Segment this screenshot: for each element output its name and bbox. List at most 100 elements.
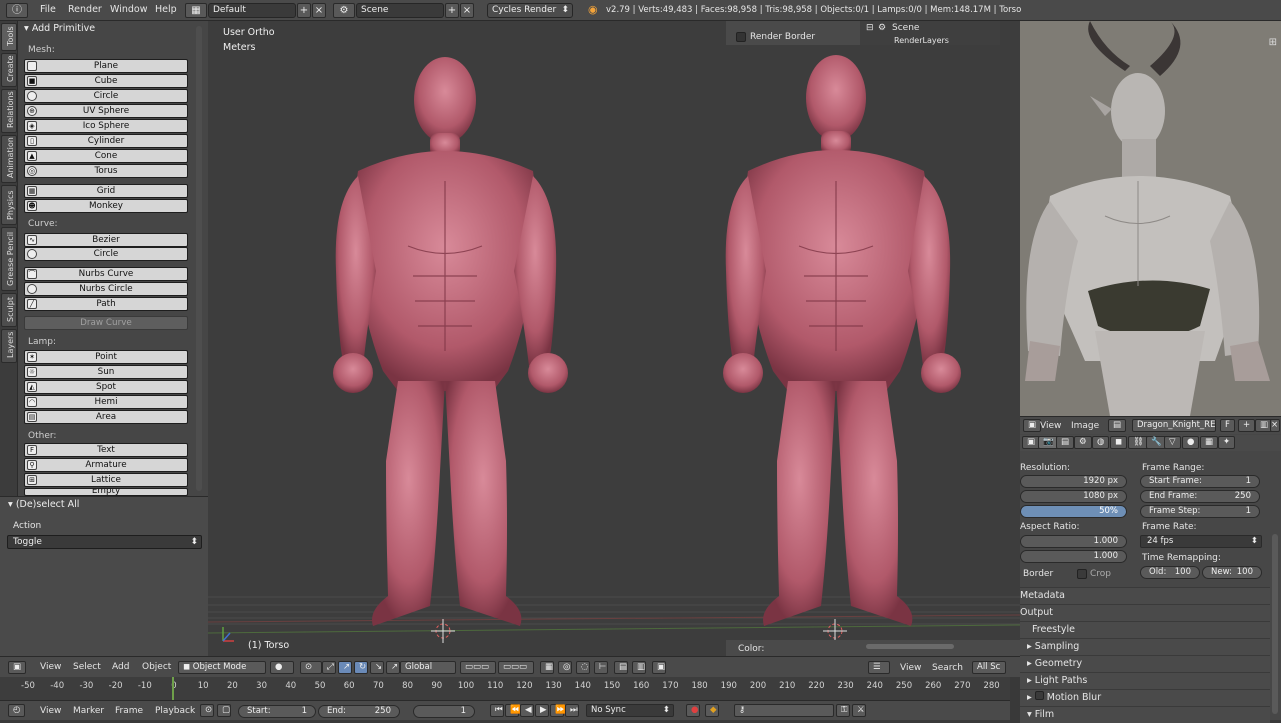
add-text-button[interactable]: F Text [24, 443, 188, 457]
tab-layers[interactable]: Layers [1, 329, 17, 363]
rotate-icon[interactable]: ↻ [354, 661, 368, 674]
add-lattice-button[interactable]: ⊞ Lattice [24, 473, 188, 487]
menu-help[interactable]: Help [155, 4, 177, 15]
tab-tools[interactable]: Tools [1, 23, 17, 51]
vp-menu-object[interactable]: Object [142, 662, 171, 672]
editor-type-icon[interactable]: ◴ [8, 704, 26, 717]
sync-select[interactable]: No Sync ⬍ [586, 704, 674, 717]
toolshelf-scrollbar[interactable] [196, 26, 202, 491]
add-monkey-button[interactable]: ☻ Monkey [24, 199, 188, 213]
vp-menu-add[interactable]: Add [112, 662, 129, 672]
panel-deselect-all[interactable]: ▾ (De)select All [8, 499, 79, 510]
add-point-lamp-button[interactable]: ✶ Point [24, 350, 188, 364]
lock-layer-icon[interactable]: ▦ [540, 661, 554, 674]
fake-user-button[interactable]: F [1220, 419, 1235, 432]
add-ico-sphere-button[interactable]: ◈ Ico Sphere [24, 119, 188, 133]
timeline[interactable]: -50 -40 -30 -20 -10 0 10 20 30 40 50 60 70 80 90 100 110… [0, 677, 1010, 700]
layers-grid-1[interactable]: ▭▭▭ [460, 661, 496, 674]
add-area-lamp-button[interactable]: ▤ Area [24, 410, 188, 424]
jump-start-icon[interactable]: ⏮ [490, 704, 504, 717]
object-tab-icon[interactable]: ◼ [1110, 436, 1128, 449]
add-nurbs-curve-button[interactable]: ⌒ Nurbs Curve [24, 267, 188, 281]
render-icon[interactable]: ▣ [652, 661, 666, 674]
add-nurbs-circle-button[interactable]: Nurbs Circle [24, 282, 188, 296]
add-torus-button[interactable]: ◎ Torus [24, 164, 188, 178]
world-tab-icon[interactable]: ◍ [1092, 436, 1110, 449]
remap-old-field[interactable]: Old: 100 [1140, 566, 1200, 579]
add-spot-lamp-button[interactable]: ◭ Spot [24, 380, 188, 394]
manipulator-toggle-icon[interactable]: ⤢ [322, 661, 336, 674]
section-motion-blur[interactable]: ▸ Motion Blur [1020, 689, 1270, 706]
data-tab-icon[interactable]: ▽ [1164, 436, 1181, 449]
orientation-select[interactable]: Global [400, 661, 456, 674]
motion-blur-checkbox[interactable] [1034, 691, 1044, 700]
section-sampling[interactable]: ▸ Sampling [1020, 638, 1270, 655]
end-field[interactable]: End: 250 [318, 705, 400, 718]
outliner-editor-type-icon[interactable]: ☰ [868, 661, 890, 674]
aspect-y-field[interactable]: 1.000 [1020, 550, 1127, 563]
record-icon[interactable]: ● [686, 704, 700, 717]
close-image-icon[interactable]: × [1270, 419, 1280, 432]
menu-render[interactable]: Render [68, 4, 102, 15]
play-reverse-icon[interactable]: ◀ [520, 704, 534, 717]
section-output[interactable]: Output [1020, 604, 1270, 621]
expand-plus-icon[interactable]: ⊞ [1269, 37, 1277, 48]
add-scene-icon[interactable]: + [445, 3, 459, 18]
mode-select[interactable]: ◼ Object Mode [178, 661, 266, 674]
resolution-x-field[interactable]: 1920 px [1020, 475, 1127, 488]
tab-create[interactable]: Create [1, 53, 17, 87]
section-metadata[interactable]: Metadata [1020, 587, 1270, 604]
outliner-menu-view[interactable]: View [900, 663, 921, 673]
add-cylinder-button[interactable]: ▯ Cylinder [24, 134, 188, 148]
texture-tab-icon[interactable]: ▦ [1200, 436, 1219, 449]
tab-animation[interactable]: Animation [1, 135, 17, 183]
delete-scene-icon[interactable]: × [460, 3, 474, 18]
preview-range-icon[interactable]: ⊙ [200, 704, 214, 717]
add-bezier-button[interactable]: ∿ Bezier [24, 233, 188, 247]
material-tab-icon[interactable]: ● [1182, 436, 1200, 449]
add-sun-lamp-button[interactable]: ☼ Sun [24, 365, 188, 379]
scene-field[interactable]: Scene [356, 3, 444, 18]
image-name-field[interactable]: Dragon_Knight_RE... [1132, 419, 1216, 432]
tab-relations[interactable]: Relations [1, 89, 17, 133]
add-layout-icon[interactable]: + [297, 3, 311, 18]
current-frame-indicator[interactable] [172, 677, 174, 700]
action-select[interactable]: Toggle ⬍ [7, 535, 202, 549]
image-menu-view[interactable]: View [1040, 421, 1061, 431]
end-frame-field[interactable]: End Frame: 250 [1140, 490, 1260, 503]
tab-grease-pencil[interactable]: Grease Pencil [1, 227, 17, 291]
outliner-renderlayers[interactable]: RenderLayers [894, 36, 949, 45]
keyframe-icon[interactable]: ◆ [705, 704, 719, 717]
add-grid-button[interactable]: ▦ Grid [24, 184, 188, 198]
insert-keyframe-icon[interactable]: ⚿ [836, 704, 850, 717]
add-path-button[interactable]: ╱ Path [24, 297, 188, 311]
vp-menu-view[interactable]: View [40, 662, 61, 672]
jump-end-icon[interactable]: ⏭ [565, 704, 579, 717]
delete-layout-icon[interactable]: × [312, 3, 326, 18]
tab-physics[interactable]: Physics [1, 185, 17, 225]
tl-menu-playback[interactable]: Playback [155, 706, 195, 716]
pivot-select[interactable]: ⊙ [300, 661, 322, 674]
outliner-scene[interactable]: Scene [892, 23, 919, 33]
3d-viewport[interactable]: User Ortho Meters (1) Torso [208, 21, 1020, 656]
expand-icon[interactable]: ⊟ [866, 23, 874, 33]
editor-type-icon[interactable]: ▣ [8, 661, 27, 674]
menu-window[interactable]: Window [110, 4, 147, 15]
crop-checkbox[interactable] [1077, 569, 1087, 579]
snap-icon[interactable]: ⊢ [594, 661, 608, 674]
tl-menu-frame[interactable]: Frame [115, 706, 143, 716]
add-image-icon[interactable]: + [1238, 419, 1256, 432]
jump-key-forward-icon[interactable]: ⏩ [550, 704, 566, 717]
layout-grid-icon[interactable]: ▦ [185, 3, 207, 18]
image-browse-icon[interactable]: ▤ [1108, 419, 1127, 432]
horizontal-scrollbar[interactable] [866, 644, 954, 649]
resolution-percent-slider[interactable]: 50% [1020, 505, 1127, 518]
play-icon[interactable]: ▶ [535, 704, 549, 717]
opengl-anim-icon[interactable]: ▥ [632, 661, 646, 674]
render-border-checkbox[interactable] [736, 32, 746, 42]
scale-icon[interactable]: ↘ [370, 661, 384, 674]
add-curve-circle-button[interactable]: Circle [24, 247, 188, 261]
shading-select[interactable]: ● [270, 661, 294, 674]
image-editor-view[interactable]: ⊞ [1020, 21, 1281, 416]
section-light-paths[interactable]: ▸ Light Paths [1020, 672, 1270, 689]
